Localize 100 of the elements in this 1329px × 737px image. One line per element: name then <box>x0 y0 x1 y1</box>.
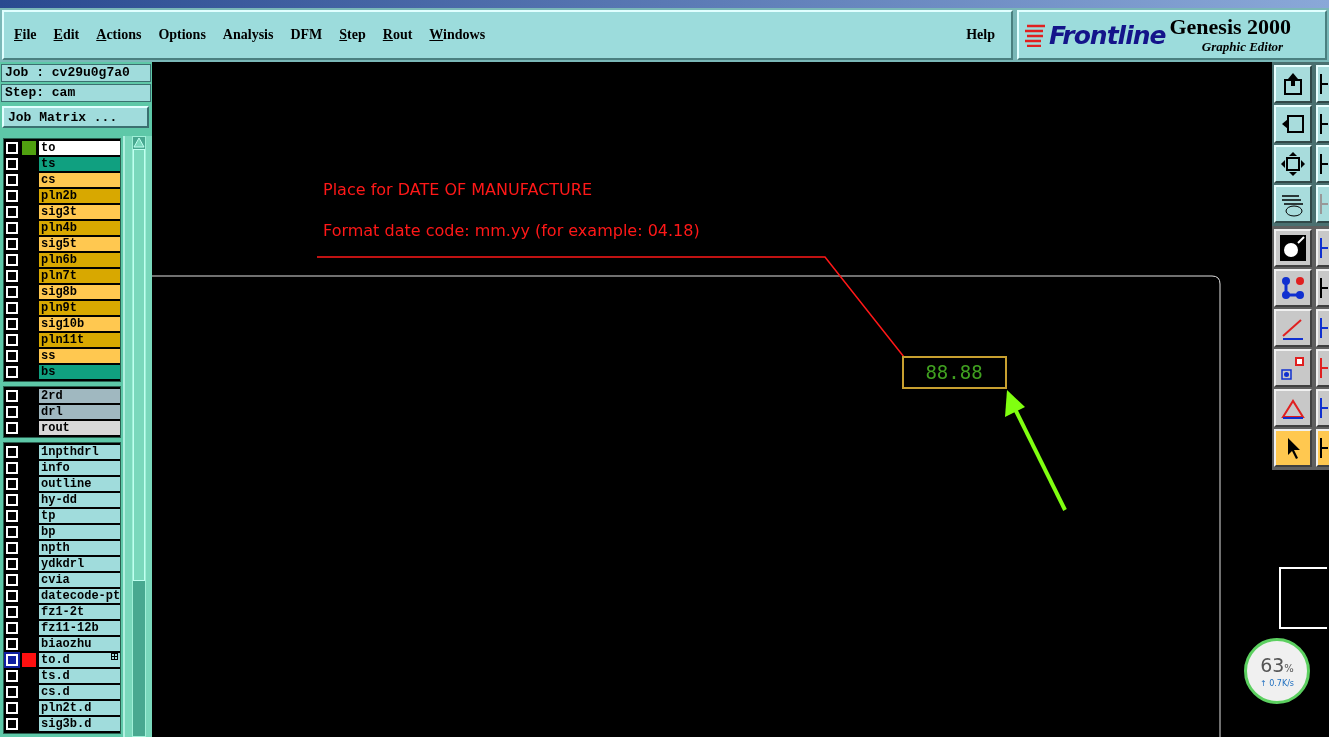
layer-checkbox[interactable] <box>6 222 18 234</box>
squares-icon <box>1279 354 1307 382</box>
layer-checkbox[interactable] <box>6 350 18 362</box>
menu-item[interactable]: Actions <box>96 27 142 43</box>
layer-name[interactable]: info <box>39 461 121 475</box>
layer-name[interactable]: tp <box>39 509 121 523</box>
menu-item[interactable]: DFM <box>290 27 323 43</box>
layer-name[interactable]: bs <box>39 365 121 379</box>
layer-name[interactable]: ts.d <box>39 669 121 683</box>
menu-item[interactable]: Edit <box>53 27 80 43</box>
annotation-title: Place for DATE OF MANUFACTURE <box>323 180 592 199</box>
layer-checkbox[interactable] <box>6 558 18 570</box>
layer-name[interactable]: pln9t <box>39 301 121 315</box>
layer-name[interactable]: bp <box>39 525 121 539</box>
layer-name[interactable]: pln4b <box>39 221 121 235</box>
layer-checkbox[interactable] <box>6 446 18 458</box>
help-menu[interactable]: Help <box>966 27 995 43</box>
layer-checkbox[interactable] <box>6 366 18 378</box>
scroll-track[interactable] <box>131 136 146 737</box>
layer-checkbox[interactable] <box>6 318 18 330</box>
layer-name[interactable]: pln7t <box>39 269 121 283</box>
layer-checkbox[interactable] <box>6 542 18 554</box>
layer-checkbox[interactable] <box>6 270 18 282</box>
layer-checkbox[interactable] <box>6 158 18 170</box>
layer-checkbox[interactable] <box>6 510 18 522</box>
layer-name[interactable]: rout <box>39 421 121 435</box>
layer-checkbox[interactable] <box>6 206 18 218</box>
layer-name[interactable]: pln11t <box>39 333 121 347</box>
layer-checkbox[interactable] <box>6 718 18 730</box>
menu-item[interactable]: Windows <box>429 27 486 43</box>
layer-checkbox[interactable] <box>6 286 18 298</box>
layer-name[interactable]: pln2t.d <box>39 701 121 715</box>
layer-name[interactable]: sig8b <box>39 285 121 299</box>
job-matrix-button[interactable]: Job Matrix ... <box>2 106 149 128</box>
layer-name[interactable]: cvia <box>39 573 121 587</box>
toolbar-button[interactable] <box>1274 309 1312 347</box>
layer-checkbox[interactable] <box>6 142 18 154</box>
layer-checkbox[interactable] <box>6 174 18 186</box>
layer-name[interactable]: to <box>39 141 121 155</box>
layer-name[interactable]: drl <box>39 405 121 419</box>
step-label: Step: cam <box>1 84 151 102</box>
menu-item[interactable]: Analysis <box>222 27 274 43</box>
toolbar-button[interactable] <box>1274 65 1312 103</box>
layer-name[interactable]: pln2b <box>39 189 121 203</box>
menu-item[interactable]: Step <box>339 27 366 43</box>
layer-checkbox[interactable] <box>6 190 18 202</box>
layer-checkbox[interactable] <box>6 590 18 602</box>
layer-checkbox[interactable] <box>6 606 18 618</box>
toolbar-button[interactable] <box>1274 105 1312 143</box>
upload-speed: ↑ 0.7K/s <box>1259 678 1295 688</box>
layer-name[interactable]: cs <box>39 173 121 187</box>
layer-checkbox[interactable] <box>6 254 18 266</box>
layer-name[interactable]: ydkdrl <box>39 557 121 571</box>
layer-name[interactable]: 1npthdrl <box>39 445 121 459</box>
menu-item[interactable]: File <box>14 27 37 43</box>
layer-checkbox[interactable] <box>6 302 18 314</box>
toolbar-button[interactable] <box>1274 389 1312 427</box>
layer-name[interactable]: sig5t <box>39 237 121 251</box>
toolbar-button[interactable] <box>1274 185 1312 223</box>
layer-name[interactable]: to.d <box>39 653 121 667</box>
layer-name[interactable]: fz1-2t <box>39 605 121 619</box>
toolbar-button[interactable] <box>1274 429 1312 467</box>
layer-checkbox[interactable] <box>6 422 18 434</box>
layer-name[interactable]: sig3t <box>39 205 121 219</box>
layer-checkbox[interactable] <box>6 654 18 666</box>
layer-checkbox[interactable] <box>6 238 18 250</box>
scrollbar[interactable] <box>123 136 152 737</box>
toolbar-button[interactable] <box>1274 349 1312 387</box>
layer-checkbox[interactable] <box>6 526 18 538</box>
layer-checkbox[interactable] <box>6 478 18 490</box>
menu-item[interactable]: Options <box>158 27 206 43</box>
layer-checkbox[interactable] <box>6 494 18 506</box>
layer-checkbox[interactable] <box>6 702 18 714</box>
menu-item[interactable]: Rout <box>382 27 413 43</box>
layer-name[interactable]: biaozhu <box>39 637 121 651</box>
layer-checkbox[interactable] <box>6 390 18 402</box>
layer-name[interactable]: outline <box>39 477 121 491</box>
layer-name[interactable]: cs.d <box>39 685 121 699</box>
layer-name[interactable]: hy-dd <box>39 493 121 507</box>
layer-name[interactable]: npth <box>39 541 121 555</box>
toolbar-button[interactable] <box>1274 269 1312 307</box>
layer-name[interactable]: pln6b <box>39 253 121 267</box>
layer-name[interactable]: datecode-pt <box>39 589 121 603</box>
layer-name[interactable]: ss <box>39 349 121 363</box>
layer-checkbox[interactable] <box>6 622 18 634</box>
layer-name[interactable]: sig3b.d <box>39 717 121 731</box>
layer-name[interactable]: sig10b <box>39 317 121 331</box>
layer-checkbox[interactable] <box>6 462 18 474</box>
layer-checkbox[interactable] <box>6 670 18 682</box>
layer-checkbox[interactable] <box>6 638 18 650</box>
layer-checkbox[interactable] <box>6 334 18 346</box>
toolbar-button[interactable] <box>1274 229 1312 267</box>
layer-name[interactable]: fz11-12b <box>39 621 121 635</box>
layer-checkbox[interactable] <box>6 686 18 698</box>
toolbar-button[interactable] <box>1274 145 1312 183</box>
layer-checkbox[interactable] <box>6 406 18 418</box>
layer-checkbox[interactable] <box>6 574 18 586</box>
partial-icon <box>1320 318 1328 338</box>
layer-name[interactable]: 2rd <box>39 389 121 403</box>
layer-name[interactable]: ts <box>39 157 121 171</box>
